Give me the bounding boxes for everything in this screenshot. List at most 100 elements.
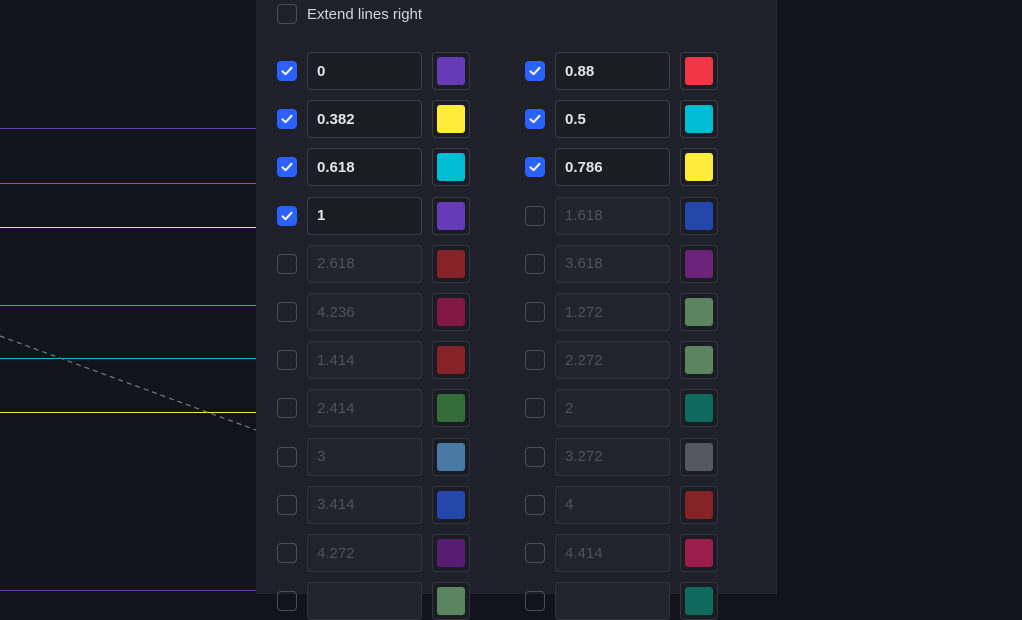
level-value-input[interactable] bbox=[307, 196, 422, 235]
checkmark-icon bbox=[281, 211, 293, 220]
level-enabled-checkbox[interactable] bbox=[277, 350, 297, 371]
level-value-input[interactable] bbox=[555, 389, 670, 428]
level-color-button[interactable] bbox=[680, 485, 718, 524]
level-color-button[interactable] bbox=[432, 52, 470, 90]
level-value-input[interactable] bbox=[555, 196, 670, 235]
level-row bbox=[504, 293, 744, 331]
level-value-input[interactable] bbox=[555, 52, 670, 90]
level-color-button[interactable] bbox=[680, 341, 718, 380]
level-enabled-checkbox[interactable] bbox=[277, 446, 297, 467]
level-color-button[interactable] bbox=[432, 244, 470, 283]
level-value-input[interactable] bbox=[555, 148, 670, 187]
color-swatch bbox=[685, 587, 713, 616]
level-value-input[interactable] bbox=[307, 148, 422, 187]
level-value-input[interactable] bbox=[555, 341, 670, 380]
level-color-button[interactable] bbox=[680, 534, 718, 572]
level-value-input[interactable] bbox=[555, 244, 670, 283]
level-value-input[interactable] bbox=[555, 293, 670, 331]
color-swatch bbox=[685, 346, 713, 375]
level-color-button[interactable] bbox=[680, 389, 718, 428]
level-row bbox=[256, 389, 496, 428]
level-enabled-checkbox[interactable] bbox=[525, 591, 545, 612]
level-color-button[interactable] bbox=[680, 52, 718, 90]
level-value-input[interactable] bbox=[307, 582, 422, 620]
color-swatch bbox=[437, 394, 465, 423]
level-row bbox=[256, 52, 496, 90]
level-value-input[interactable] bbox=[307, 52, 422, 90]
color-swatch bbox=[437, 346, 465, 375]
level-color-button[interactable] bbox=[680, 582, 718, 620]
level-enabled-checkbox[interactable] bbox=[525, 446, 545, 467]
level-color-button[interactable] bbox=[432, 196, 470, 235]
level-value-input[interactable] bbox=[307, 341, 422, 380]
level-value-input[interactable] bbox=[307, 389, 422, 428]
level-enabled-checkbox[interactable] bbox=[277, 157, 297, 178]
color-swatch bbox=[685, 57, 713, 85]
level-enabled-checkbox[interactable] bbox=[525, 109, 545, 130]
level-value-input[interactable] bbox=[555, 582, 670, 620]
level-value-input[interactable] bbox=[307, 534, 422, 572]
level-value-input[interactable] bbox=[555, 100, 670, 139]
level-enabled-checkbox[interactable] bbox=[525, 350, 545, 371]
level-color-button[interactable] bbox=[432, 534, 470, 572]
level-value-input[interactable] bbox=[307, 293, 422, 331]
level-enabled-checkbox[interactable] bbox=[277, 494, 297, 515]
level-value-input[interactable] bbox=[555, 485, 670, 524]
color-swatch bbox=[437, 539, 465, 567]
level-value-input[interactable] bbox=[555, 534, 670, 572]
level-enabled-checkbox[interactable] bbox=[525, 494, 545, 515]
level-color-button[interactable] bbox=[432, 293, 470, 331]
level-enabled-checkbox[interactable] bbox=[277, 543, 297, 563]
level-color-button[interactable] bbox=[432, 100, 470, 139]
level-enabled-checkbox[interactable] bbox=[277, 302, 297, 322]
level-value-input[interactable] bbox=[307, 100, 422, 139]
level-enabled-checkbox[interactable] bbox=[525, 157, 545, 178]
color-swatch bbox=[437, 587, 465, 616]
level-row bbox=[256, 582, 496, 620]
level-color-button[interactable] bbox=[432, 485, 470, 524]
level-enabled-checkbox[interactable] bbox=[277, 253, 297, 274]
color-swatch bbox=[685, 201, 713, 230]
level-enabled-checkbox[interactable] bbox=[525, 543, 545, 563]
level-color-button[interactable] bbox=[680, 148, 718, 187]
level-value-input[interactable] bbox=[307, 485, 422, 524]
color-swatch bbox=[437, 153, 465, 182]
level-row bbox=[256, 293, 496, 331]
trend-line bbox=[0, 335, 256, 431]
level-enabled-checkbox[interactable] bbox=[277, 205, 297, 226]
level-enabled-checkbox[interactable] bbox=[525, 253, 545, 274]
level-enabled-checkbox[interactable] bbox=[277, 398, 297, 419]
level-color-button[interactable] bbox=[432, 582, 470, 620]
level-enabled-checkbox[interactable] bbox=[525, 302, 545, 322]
extend-lines-right-row: Extend lines right bbox=[277, 3, 422, 25]
level-value-input[interactable] bbox=[307, 437, 422, 476]
level-row bbox=[504, 148, 744, 187]
level-color-button[interactable] bbox=[432, 341, 470, 380]
level-color-button[interactable] bbox=[432, 148, 470, 187]
level-enabled-checkbox[interactable] bbox=[525, 205, 545, 226]
level-enabled-checkbox[interactable] bbox=[525, 61, 545, 81]
level-color-button[interactable] bbox=[680, 244, 718, 283]
level-color-button[interactable] bbox=[680, 100, 718, 139]
level-value-input[interactable] bbox=[307, 244, 422, 283]
chart-area-right bbox=[777, 0, 1022, 594]
level-enabled-checkbox[interactable] bbox=[277, 591, 297, 612]
level-row bbox=[256, 485, 496, 524]
level-enabled-checkbox[interactable] bbox=[525, 398, 545, 419]
level-enabled-checkbox[interactable] bbox=[277, 109, 297, 130]
color-swatch bbox=[437, 105, 465, 134]
level-color-button[interactable] bbox=[432, 389, 470, 428]
level-enabled-checkbox[interactable] bbox=[277, 61, 297, 81]
chart-area bbox=[0, 0, 256, 594]
level-row bbox=[504, 52, 744, 90]
level-color-button[interactable] bbox=[432, 437, 470, 476]
level-color-button[interactable] bbox=[680, 293, 718, 331]
level-color-button[interactable] bbox=[680, 437, 718, 476]
level-value-input[interactable] bbox=[555, 437, 670, 476]
color-swatch bbox=[437, 57, 465, 85]
level-row bbox=[256, 534, 496, 572]
extend-lines-right-checkbox[interactable] bbox=[277, 4, 297, 24]
level-row bbox=[504, 244, 744, 283]
level-color-button[interactable] bbox=[680, 196, 718, 235]
level-row bbox=[256, 100, 496, 139]
